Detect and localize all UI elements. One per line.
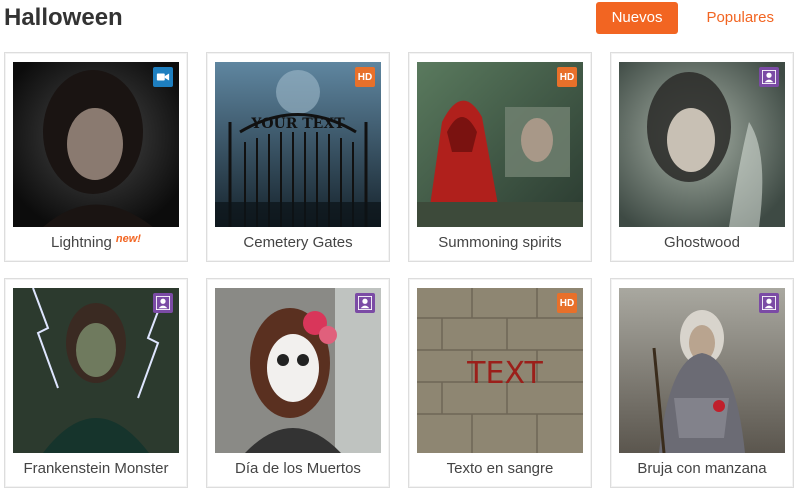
- effect-title[interactable]: Ghostwood: [611, 231, 793, 255]
- effects-grid: Lightning new! YOUR TEXT HD Cemetery Gat…: [4, 52, 794, 488]
- effect-title[interactable]: Cemetery Gates: [207, 231, 389, 255]
- user-badge: [759, 67, 779, 87]
- effect-thumbnail[interactable]: [13, 288, 179, 453]
- effect-card-ghostwood[interactable]: Ghostwood: [610, 52, 794, 262]
- effect-card-texto-en-sangre[interactable]: TEXT HD Texto en sangre: [408, 278, 592, 488]
- user-badge: [153, 293, 173, 313]
- hd-badge: HD: [355, 67, 375, 87]
- effect-card-lightning[interactable]: Lightning new!: [4, 52, 188, 262]
- effect-card-bruja-con-manzana[interactable]: Bruja con manzana: [610, 278, 794, 488]
- new-label: new!: [115, 233, 141, 245]
- hd-badge: HD: [557, 293, 577, 313]
- effect-card-frankenstein-monster[interactable]: Frankenstein Monster: [4, 278, 188, 488]
- user-icon: [762, 70, 776, 84]
- user-badge: [759, 293, 779, 313]
- effect-card-cemetery-gates[interactable]: YOUR TEXT HD Cemetery Gates: [206, 52, 390, 262]
- thumb-blood-text: TEXT: [466, 356, 543, 391]
- page-title: Halloween: [4, 4, 123, 31]
- page-header: Halloween Nuevos Populares: [0, 0, 800, 40]
- effect-title[interactable]: Lightning new!: [5, 231, 187, 255]
- effect-card-dia-de-los-muertos[interactable]: Día de los Muertos: [206, 278, 390, 488]
- effect-thumbnail[interactable]: HD: [417, 62, 583, 227]
- effect-title[interactable]: Frankenstein Monster: [5, 457, 187, 481]
- hd-badge: HD: [557, 67, 577, 87]
- user-icon: [156, 296, 170, 310]
- effect-title[interactable]: Día de los Muertos: [207, 457, 389, 481]
- effect-title[interactable]: Bruja con manzana: [611, 457, 793, 481]
- effect-thumbnail[interactable]: TEXT HD: [417, 288, 583, 453]
- effect-title[interactable]: Texto en sangre: [409, 457, 591, 481]
- effect-thumbnail[interactable]: [619, 288, 785, 453]
- effect-title[interactable]: Summoning spirits: [409, 231, 591, 255]
- effect-thumbnail[interactable]: YOUR TEXT HD: [215, 62, 381, 227]
- video-camera-icon: [156, 73, 170, 81]
- video-badge: [153, 67, 173, 87]
- effect-card-summoning-spirits[interactable]: HD Summoning spirits: [408, 52, 592, 262]
- sort-tabs: Nuevos Populares: [595, 2, 790, 34]
- user-badge: [355, 293, 375, 313]
- effect-thumbnail[interactable]: [619, 62, 785, 227]
- user-icon: [762, 296, 776, 310]
- tab-nuevos[interactable]: Nuevos: [595, 2, 679, 34]
- effect-thumbnail[interactable]: [13, 62, 179, 227]
- thumb-your-text: YOUR TEXT: [250, 116, 345, 132]
- effect-thumbnail[interactable]: [215, 288, 381, 453]
- user-icon: [358, 296, 372, 310]
- effect-title-text: Lightning: [51, 234, 112, 251]
- tab-populares[interactable]: Populares: [690, 2, 790, 34]
